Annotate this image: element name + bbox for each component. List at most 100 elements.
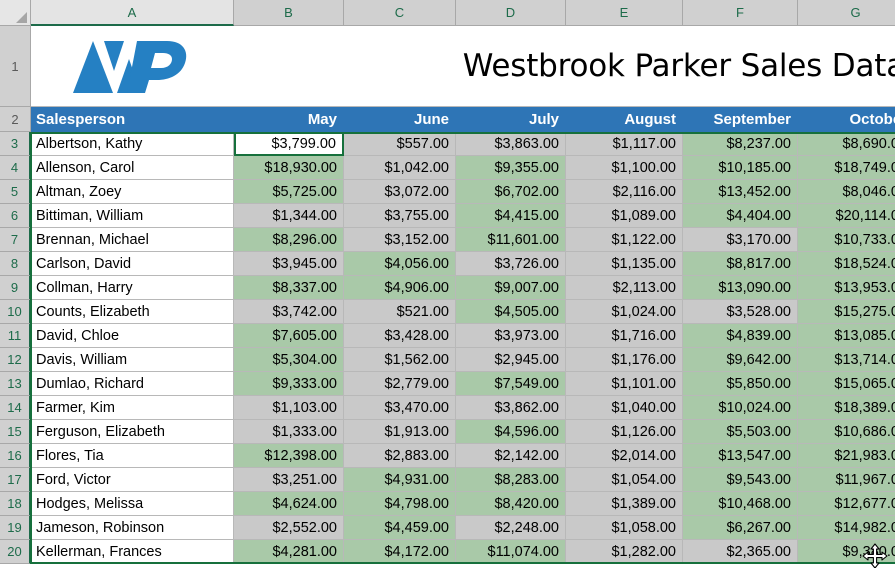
table-row[interactable]: Ferguson, Elizabeth$1,333.00$1,913.00$4,… — [31, 420, 895, 444]
sales-value-cell[interactable]: $1,716.00 — [566, 324, 683, 348]
row-header-13[interactable]: 13 — [0, 372, 31, 396]
column-header-e[interactable]: E — [566, 0, 683, 26]
sales-value-cell[interactable]: $8,283.00 — [456, 468, 566, 492]
salesperson-name-cell[interactable]: Dumlao, Richard — [31, 372, 234, 396]
sales-value-cell[interactable]: $1,054.00 — [566, 468, 683, 492]
column-header-a[interactable]: A — [31, 0, 234, 26]
sales-value-cell[interactable]: $4,281.00 — [234, 540, 344, 564]
sales-value-cell[interactable]: $18,524.00 — [798, 252, 895, 276]
sales-value-cell[interactable]: $9,380.00 — [798, 540, 895, 564]
sales-value-cell[interactable]: $1,101.00 — [566, 372, 683, 396]
sales-value-cell[interactable]: $18,749.00 — [798, 156, 895, 180]
row-header-2[interactable]: 2 — [0, 107, 31, 132]
sales-value-cell[interactable]: $11,967.00 — [798, 468, 895, 492]
sales-value-cell[interactable]: $4,404.00 — [683, 204, 798, 228]
sales-value-cell[interactable]: $3,072.00 — [344, 180, 456, 204]
sales-value-cell[interactable]: $2,142.00 — [456, 444, 566, 468]
table-row[interactable]: Bittiman, William$1,344.00$3,755.00$4,41… — [31, 204, 895, 228]
sales-value-cell[interactable]: $3,428.00 — [344, 324, 456, 348]
row-header-1[interactable]: 1 — [0, 26, 31, 107]
sales-value-cell[interactable]: $1,122.00 — [566, 228, 683, 252]
sales-value-cell[interactable]: $3,726.00 — [456, 252, 566, 276]
sales-value-cell[interactable]: $1,562.00 — [344, 348, 456, 372]
sales-value-cell[interactable]: $12,398.00 — [234, 444, 344, 468]
sales-value-cell[interactable]: $1,913.00 — [344, 420, 456, 444]
sales-value-cell[interactable]: $2,113.00 — [566, 276, 683, 300]
sales-value-cell[interactable]: $1,103.00 — [234, 396, 344, 420]
sales-value-cell[interactable]: $3,945.00 — [234, 252, 344, 276]
salesperson-name-cell[interactable]: Altman, Zoey — [31, 180, 234, 204]
sales-value-cell[interactable]: $10,185.00 — [683, 156, 798, 180]
sales-value-cell[interactable]: $13,953.00 — [798, 276, 895, 300]
sales-value-cell[interactable]: $2,552.00 — [234, 516, 344, 540]
table-row[interactable]: Counts, Elizabeth$3,742.00$521.00$4,505.… — [31, 300, 895, 324]
sales-value-cell[interactable]: $1,282.00 — [566, 540, 683, 564]
row-header-5[interactable]: 5 — [0, 180, 31, 204]
row-header-10[interactable]: 10 — [0, 300, 31, 324]
sales-value-cell[interactable]: $3,170.00 — [683, 228, 798, 252]
column-header-f[interactable]: F — [683, 0, 798, 26]
sales-value-cell[interactable]: $5,304.00 — [234, 348, 344, 372]
table-row[interactable]: Ford, Victor$3,251.00$4,931.00$8,283.00$… — [31, 468, 895, 492]
row-header-11[interactable]: 11 — [0, 324, 31, 348]
table-row[interactable]: Collman, Harry$8,337.00$4,906.00$9,007.0… — [31, 276, 895, 300]
row-header-6[interactable]: 6 — [0, 204, 31, 228]
sales-value-cell[interactable]: $1,117.00 — [566, 132, 683, 156]
sales-value-cell[interactable]: $3,470.00 — [344, 396, 456, 420]
table-header-june[interactable]: June — [344, 107, 456, 132]
row-header-4[interactable]: 4 — [0, 156, 31, 180]
sales-value-cell[interactable]: $557.00 — [344, 132, 456, 156]
sales-value-cell[interactable]: $21,983.00 — [798, 444, 895, 468]
sales-value-cell[interactable]: $18,930.00 — [234, 156, 344, 180]
sales-value-cell[interactable]: $1,126.00 — [566, 420, 683, 444]
table-header-august[interactable]: August — [566, 107, 683, 132]
sales-value-cell[interactable]: $11,074.00 — [456, 540, 566, 564]
salesperson-name-cell[interactable]: Albertson, Kathy — [31, 132, 234, 156]
sales-value-cell[interactable]: $3,528.00 — [683, 300, 798, 324]
row-header-20[interactable]: 20 — [0, 540, 31, 564]
table-row[interactable]: Allenson, Carol$18,930.00$1,042.00$9,355… — [31, 156, 895, 180]
sales-value-cell[interactable]: $5,503.00 — [683, 420, 798, 444]
sales-value-cell[interactable]: $8,296.00 — [234, 228, 344, 252]
salesperson-name-cell[interactable]: Collman, Harry — [31, 276, 234, 300]
sales-value-cell[interactable]: $3,863.00 — [456, 132, 566, 156]
table-row[interactable]: Davis, William$5,304.00$1,562.00$2,945.0… — [31, 348, 895, 372]
sales-value-cell[interactable]: $8,046.00 — [798, 180, 895, 204]
sales-value-cell[interactable]: $2,014.00 — [566, 444, 683, 468]
sales-value-cell[interactable]: $13,090.00 — [683, 276, 798, 300]
row-header-9[interactable]: 9 — [0, 276, 31, 300]
sales-value-cell[interactable]: $5,850.00 — [683, 372, 798, 396]
table-row[interactable]: Jameson, Robinson$2,552.00$4,459.00$2,24… — [31, 516, 895, 540]
row-header-8[interactable]: 8 — [0, 252, 31, 276]
row-header-15[interactable]: 15 — [0, 420, 31, 444]
sales-value-cell[interactable]: $8,337.00 — [234, 276, 344, 300]
table-row[interactable]: Brennan, Michael$8,296.00$3,152.00$11,60… — [31, 228, 895, 252]
row-header-3[interactable]: 3 — [0, 132, 31, 156]
sales-value-cell[interactable]: $10,686.00 — [798, 420, 895, 444]
sales-value-cell[interactable]: $8,690.00 — [798, 132, 895, 156]
salesperson-name-cell[interactable]: Brennan, Michael — [31, 228, 234, 252]
sales-value-cell[interactable]: $11,601.00 — [456, 228, 566, 252]
sales-value-cell[interactable]: $7,549.00 — [456, 372, 566, 396]
sales-value-cell[interactable]: $2,779.00 — [344, 372, 456, 396]
sales-value-cell[interactable]: $9,007.00 — [456, 276, 566, 300]
salesperson-name-cell[interactable]: Jameson, Robinson — [31, 516, 234, 540]
row-header-16[interactable]: 16 — [0, 444, 31, 468]
table-header-july[interactable]: July — [456, 107, 566, 132]
sales-value-cell[interactable]: $13,452.00 — [683, 180, 798, 204]
sales-value-cell[interactable]: $13,085.00 — [798, 324, 895, 348]
sales-value-cell[interactable]: $15,065.00 — [798, 372, 895, 396]
sales-value-cell[interactable]: $1,089.00 — [566, 204, 683, 228]
sales-value-cell[interactable]: $8,237.00 — [683, 132, 798, 156]
sales-value-cell[interactable]: $8,420.00 — [456, 492, 566, 516]
sales-value-cell[interactable]: $3,862.00 — [456, 396, 566, 420]
row-header-18[interactable]: 18 — [0, 492, 31, 516]
table-header-may[interactable]: May — [234, 107, 344, 132]
salesperson-name-cell[interactable]: Hodges, Melissa — [31, 492, 234, 516]
sales-value-cell[interactable]: $14,982.00 — [798, 516, 895, 540]
column-header-b[interactable]: B — [234, 0, 344, 26]
table-row[interactable]: Carlson, David$3,945.00$4,056.00$3,726.0… — [31, 252, 895, 276]
sales-value-cell[interactable]: $4,172.00 — [344, 540, 456, 564]
table-row[interactable]: Flores, Tia$12,398.00$2,883.00$2,142.00$… — [31, 444, 895, 468]
sales-value-cell[interactable]: $3,152.00 — [344, 228, 456, 252]
